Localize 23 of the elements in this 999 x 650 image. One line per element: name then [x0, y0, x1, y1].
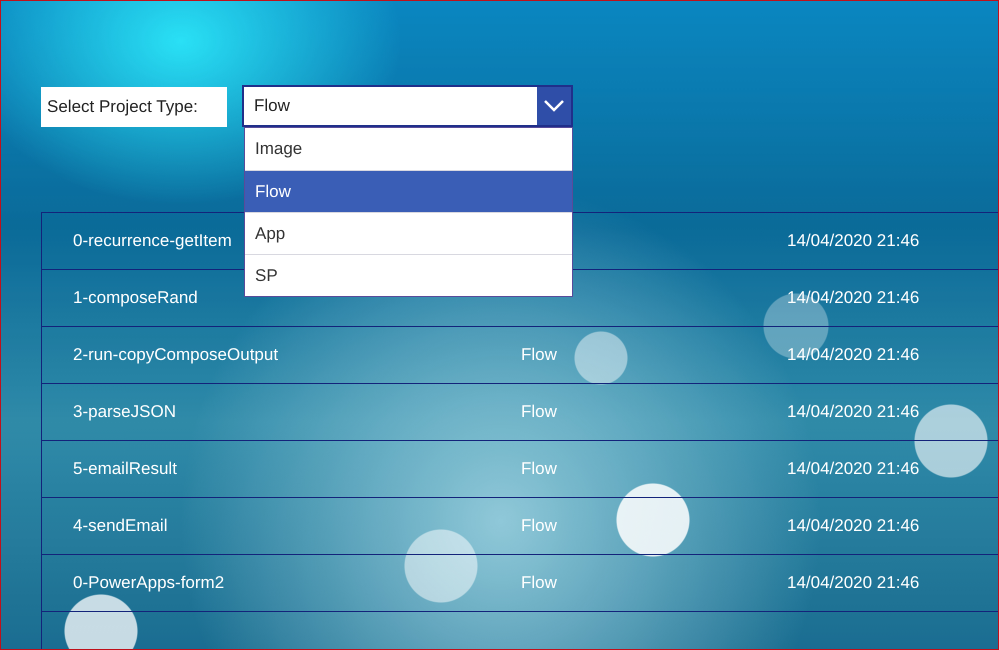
project-type-dropdown[interactable]: Flow [242, 85, 573, 127]
date-cell: 14/04/2020 21:46 [787, 402, 920, 422]
date-cell: 14/04/2020 21:46 [787, 459, 920, 479]
date-cell: 14/04/2020 21:46 [787, 288, 920, 308]
date-cell: 14/04/2020 21:46 [787, 231, 920, 251]
type-cell: Flow [521, 459, 557, 478]
chevron-down-icon [543, 99, 565, 113]
date-cell: 14/04/2020 21:46 [787, 345, 920, 365]
type-cell: Flow [521, 345, 557, 364]
filter-label: Select Project Type: [41, 87, 227, 127]
name-cell: 4-sendEmail [73, 516, 168, 536]
name-cell: 2-run-copyComposeOutput [73, 345, 278, 365]
name-cell: 0-PowerApps-form2 [73, 573, 224, 593]
dropdown-option[interactable]: Flow [245, 170, 572, 212]
name-cell: 3-parseJSON [73, 402, 176, 422]
name-cell: 1-composeRand [73, 288, 198, 308]
type-cell: Flow [521, 402, 557, 421]
type-cell: Flow [521, 573, 557, 592]
name-cell: 0-recurrence-getItem [73, 231, 232, 251]
date-cell: 14/04/2020 21:46 [787, 573, 920, 593]
date-cell: 14/04/2020 21:46 [787, 516, 920, 536]
name-cell: 5-emailResult [73, 459, 177, 479]
type-cell: Flow [521, 516, 557, 535]
